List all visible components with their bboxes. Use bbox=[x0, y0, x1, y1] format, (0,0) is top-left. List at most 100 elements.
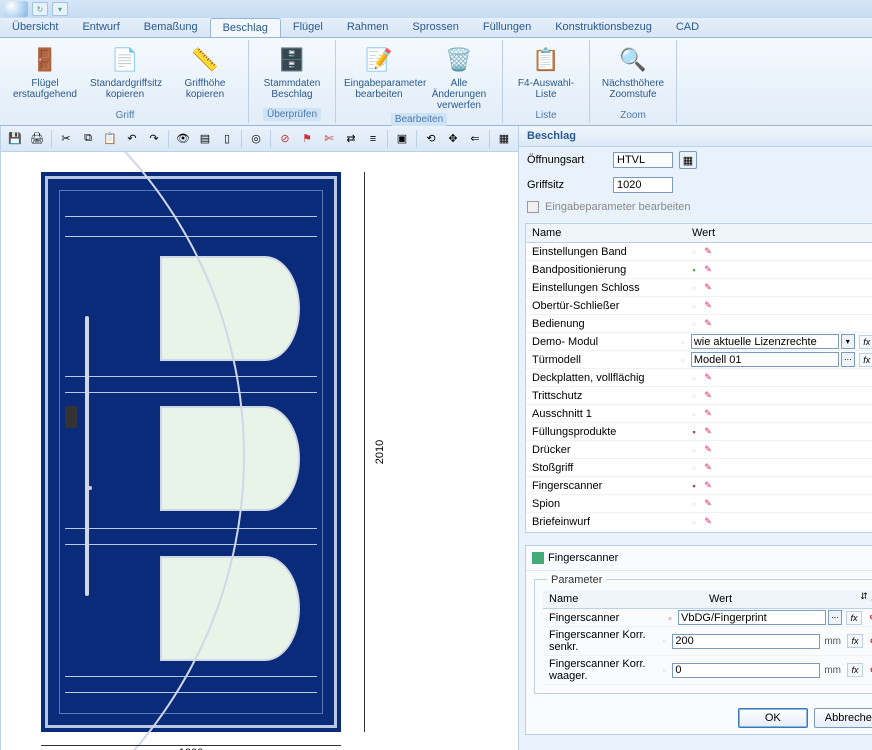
ribbon-btn-db-icon[interactable]: 🗄️Stammdaten Beschlag bbox=[253, 42, 331, 108]
param-row[interactable]: Ausschnitt 1▫✎↺ bbox=[526, 405, 872, 423]
undo-icon[interactable]: ↶ bbox=[122, 129, 142, 149]
ribbon-btn-copy-griff-icon[interactable]: 📄Standardgriffsitz kopieren bbox=[86, 42, 164, 109]
fx-icon[interactable]: fx bbox=[847, 663, 863, 677]
browse-icon[interactable]: ⋯ bbox=[828, 610, 842, 625]
grid-icon[interactable]: ▦ bbox=[494, 129, 514, 149]
edit-pencil-icon[interactable]: ✎ bbox=[702, 390, 714, 402]
page-icon[interactable]: ▯ bbox=[217, 129, 237, 149]
param-row[interactable]: Demo- Modul▫▾fx↺ bbox=[526, 333, 872, 351]
ribbon-btn-zoom-icon[interactable]: 🔍Nächsthöhere Zoomstufe bbox=[594, 42, 672, 109]
cancel-button[interactable]: Abbrechen bbox=[814, 708, 872, 728]
edit-pencil-icon[interactable]: ✎ bbox=[702, 444, 714, 456]
param-row[interactable]: Stoßgriff▫✎↺ bbox=[526, 459, 872, 477]
edit-pencil-icon[interactable]: ✎ bbox=[702, 426, 714, 438]
param-row[interactable]: Spion▫✎↺ bbox=[526, 495, 872, 513]
reset-icon[interactable]: ↺ bbox=[867, 612, 872, 624]
edit-pencil-icon[interactable]: ✎ bbox=[702, 300, 714, 312]
param-row[interactable]: Einstellungen Schloss▫✎↺ bbox=[526, 279, 872, 297]
move-icon[interactable]: ✥ bbox=[443, 129, 463, 149]
ribbon-btn-list-icon[interactable]: 📋F4-Auswahl-Liste bbox=[507, 42, 585, 109]
param-row[interactable]: Briefeinwurf▫✎↺ bbox=[526, 513, 872, 531]
browse-icon[interactable]: ⋯ bbox=[841, 352, 855, 367]
sub-param-input[interactable] bbox=[678, 610, 826, 625]
fx-icon[interactable]: fx bbox=[859, 335, 872, 349]
param-value-input[interactable] bbox=[691, 334, 839, 349]
offnungsart-browse-icon[interactable]: ▦ bbox=[679, 151, 697, 169]
qat-dropdown[interactable]: ▾ bbox=[52, 2, 68, 16]
print-icon[interactable]: 🖨 bbox=[27, 129, 47, 149]
sub-head-sort-icon[interactable]: ⇵ bbox=[858, 591, 870, 603]
param-row[interactable]: Bandpositionierung▪✎↺ bbox=[526, 261, 872, 279]
param-row[interactable]: Fingerscanner▪✎↺ bbox=[526, 477, 872, 495]
arrow-left-icon[interactable]: ⇐ bbox=[465, 129, 485, 149]
target-icon[interactable]: ◎ bbox=[246, 129, 266, 149]
param-row[interactable]: Einstellungen Band▫✎↺ bbox=[526, 243, 872, 261]
edit-pencil-icon[interactable]: ✎ bbox=[702, 516, 714, 528]
edit-pencil-icon[interactable]: ✎ bbox=[702, 498, 714, 510]
menu-tab-rahmen[interactable]: Rahmen bbox=[335, 18, 401, 37]
copy-icon[interactable]: ⧉ bbox=[78, 129, 98, 149]
cancel-icon[interactable]: ⊘ bbox=[275, 129, 295, 149]
menu-tab-sprossen[interactable]: Sprossen bbox=[400, 18, 470, 37]
param-row[interactable]: Bedienung▫✎↺ bbox=[526, 315, 872, 333]
edit-pencil-icon[interactable]: ✎ bbox=[702, 372, 714, 384]
edit-pencil-icon[interactable]: ✎ bbox=[702, 408, 714, 420]
griffsitz-input[interactable] bbox=[613, 177, 673, 193]
edit-pencil-icon[interactable]: ✎ bbox=[702, 264, 714, 276]
sub-param-row[interactable]: Fingerscanner Korr. waager.▫mmfx↺ bbox=[543, 656, 872, 685]
param-row[interactable]: Türmodell▫⋯fx↺ bbox=[526, 351, 872, 369]
param-value-input[interactable] bbox=[691, 352, 839, 367]
swap-icon[interactable]: ⇄ bbox=[341, 129, 361, 149]
menu-tab-flügel[interactable]: Flügel bbox=[281, 18, 335, 37]
menu-tab-cad[interactable]: CAD bbox=[664, 18, 711, 37]
save-icon[interactable]: 💾 bbox=[5, 129, 25, 149]
ribbon-btn-edit-params-icon[interactable]: 📝Eingabeparameter bearbeiten bbox=[340, 42, 418, 113]
flag-icon[interactable]: ⚑ bbox=[297, 129, 317, 149]
ribbon-btn-flugel-icon[interactable]: 🚪Flügel erstaufgehend bbox=[6, 42, 84, 109]
menu-tab-beschlag[interactable]: Beschlag bbox=[210, 18, 281, 37]
qat-button[interactable]: ↻ bbox=[32, 2, 48, 16]
sub-param-input[interactable] bbox=[672, 663, 820, 678]
edit-pencil-icon[interactable]: ✎ bbox=[702, 318, 714, 330]
reset-icon[interactable]: ↺ bbox=[868, 664, 872, 676]
edit-params-checkbox-row[interactable]: Eingabeparameter bearbeiten bbox=[519, 197, 872, 217]
menu-tab-übersicht[interactable]: Übersicht bbox=[0, 18, 70, 37]
rotate-icon[interactable]: ⟲ bbox=[421, 129, 441, 149]
select-icon[interactable]: ▣ bbox=[392, 129, 412, 149]
redo-icon[interactable]: ↷ bbox=[144, 129, 164, 149]
scissors2-icon[interactable]: ✄ bbox=[319, 129, 339, 149]
ribbon-btn-griff-height-icon[interactable]: 📏Griffhöhe kopieren bbox=[166, 42, 244, 109]
param-row[interactable]: Trittschutz▫✎↺ bbox=[526, 387, 872, 405]
menu-tab-füllungen[interactable]: Füllungen bbox=[471, 18, 543, 37]
sub-param-row[interactable]: Fingerscanner▫⋯fx↺ bbox=[543, 609, 872, 627]
offnungsart-input[interactable] bbox=[613, 152, 673, 168]
param-row[interactable]: Deckplatten, vollflächig▫✎↺ bbox=[526, 369, 872, 387]
menu-tab-konstruktionsbezug[interactable]: Konstruktionsbezug bbox=[543, 18, 664, 37]
edit-pencil-icon[interactable]: ✎ bbox=[702, 462, 714, 474]
fx-icon[interactable]: fx bbox=[859, 353, 872, 367]
menu-tab-bemaßung[interactable]: Bemaßung bbox=[132, 18, 210, 37]
edit-pencil-icon[interactable]: ✎ bbox=[702, 282, 714, 294]
ribbon-btn-discard-icon[interactable]: 🗑️Alle Änderungen verwerfen bbox=[420, 42, 498, 113]
edit-pencil-icon[interactable]: ✎ bbox=[702, 480, 714, 492]
sub-param-input[interactable] bbox=[672, 634, 820, 649]
reset-icon[interactable]: ↺ bbox=[868, 635, 872, 647]
edit-pencil-icon[interactable]: ✎ bbox=[702, 246, 714, 258]
param-row[interactable]: Füllungsprodukte▪✎↺ bbox=[526, 423, 872, 441]
fx-icon[interactable]: fx bbox=[847, 634, 863, 648]
checkbox-icon[interactable] bbox=[527, 201, 539, 213]
param-row[interactable]: Drücker▫✎↺ bbox=[526, 441, 872, 459]
eye-icon[interactable]: 👁 bbox=[173, 129, 193, 149]
dropdown-icon[interactable]: ▾ bbox=[841, 334, 855, 349]
param-row[interactable]: Obertür-Schließer▫✎↺ bbox=[526, 297, 872, 315]
sub-param-row[interactable]: Fingerscanner Korr. senkr.▫mmfx↺ bbox=[543, 627, 872, 656]
param-row[interactable]: Katzenklappe▫✎↺ bbox=[526, 531, 872, 533]
cut-icon[interactable]: ✂ bbox=[56, 129, 76, 149]
align-icon[interactable]: ≡ bbox=[363, 129, 383, 149]
viewport[interactable]: 2010 1000 bbox=[1, 152, 518, 750]
fx-icon[interactable]: fx bbox=[846, 611, 862, 625]
app-orb-icon[interactable] bbox=[4, 1, 28, 17]
paste-icon[interactable]: 📋 bbox=[100, 129, 120, 149]
layers-icon[interactable]: ▤ bbox=[195, 129, 215, 149]
menu-tab-entwurf[interactable]: Entwurf bbox=[70, 18, 131, 37]
